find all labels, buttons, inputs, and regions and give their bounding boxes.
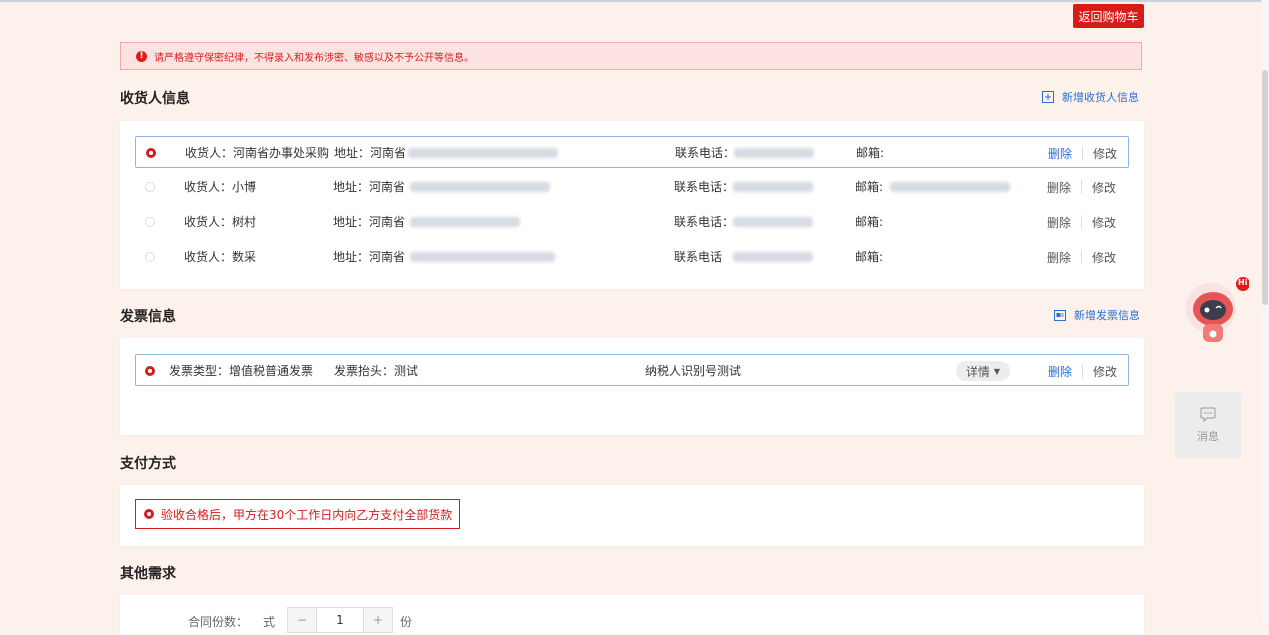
- radio-selected[interactable]: [145, 366, 155, 376]
- divider: [1082, 364, 1084, 378]
- robot-badge: Hi: [1238, 278, 1248, 287]
- invoice-type: 发票类型：增值税普通发票: [169, 364, 314, 378]
- row-actions: 删除 修改: [1047, 241, 1116, 273]
- contract-label: 合同份数：: [188, 615, 249, 629]
- increment-button[interactable]: +: [364, 608, 392, 632]
- security-notice: ! 请严格遵守保密纪律，不得录入和发布涉密、敏感以及不予公开等信息。: [120, 42, 1142, 70]
- quantity-value[interactable]: 1: [316, 608, 364, 632]
- redacted-address: [410, 252, 555, 262]
- radio-unselected[interactable]: [145, 217, 155, 227]
- payment-option[interactable]: 验收合格后，甲方在30个工作日内向乙方支付全部货款: [135, 499, 460, 529]
- edit-button[interactable]: 修改: [1092, 179, 1116, 196]
- message-label: 消息: [1197, 429, 1219, 443]
- recipient-address: 地址：河南省: [334, 146, 407, 160]
- row-actions: 删除 修改: [1047, 171, 1116, 203]
- taxpayer-id: 纳税人识别号测试: [645, 364, 742, 378]
- divider: [1081, 180, 1083, 194]
- add-invoice-link[interactable]: 新增发票信息: [1054, 307, 1140, 323]
- edit-button[interactable]: 修改: [1092, 249, 1116, 266]
- divider: [1082, 146, 1084, 160]
- recipient-phone: 联系电话：: [675, 146, 736, 160]
- invoice-detail-dropdown[interactable]: 详情 ▼: [956, 361, 1010, 381]
- quantity-stepper[interactable]: − 1 +: [287, 607, 393, 633]
- recipient-name: 收货人：小博: [184, 180, 257, 194]
- recipient-row[interactable]: 收货人：树村 地址：河南省 联系电话： 邮箱: 删除 修改: [135, 206, 1129, 238]
- invoice-row[interactable]: 发票类型：增值税普通发票 发票抬头：测试 纳税人识别号测试 详情 ▼ 删除 修改: [135, 354, 1129, 386]
- delete-button[interactable]: 删除: [1048, 145, 1072, 162]
- recipient-address: 地址：河南省: [333, 180, 406, 194]
- recipient-email: 邮箱:: [855, 250, 884, 264]
- scrollbar-thumb[interactable]: [1262, 70, 1268, 305]
- divider: [1081, 215, 1083, 229]
- radio-selected[interactable]: [144, 509, 154, 519]
- recipient-row[interactable]: 收货人：小博 地址：河南省 联系电话： 邮箱: 删除 修改: [135, 171, 1129, 203]
- radio-selected[interactable]: [146, 148, 156, 158]
- recipient-phone: 联系电话：: [674, 180, 735, 194]
- edit-button[interactable]: 修改: [1093, 145, 1117, 162]
- chevron-down-icon: ▼: [993, 366, 1001, 376]
- recipient-name: 收货人：河南省办事处采购: [185, 146, 330, 160]
- recipient-email: 邮箱:: [855, 180, 884, 194]
- redacted-phone: [733, 217, 813, 227]
- payment-card: 验收合格后，甲方在30个工作日内向乙方支付全部货款: [120, 485, 1144, 546]
- redacted-address: [410, 217, 520, 227]
- edit-button[interactable]: 修改: [1093, 363, 1117, 380]
- unit-suffix: 份: [400, 615, 413, 629]
- payment-option-label: 验收合格后，甲方在30个工作日内向乙方支付全部货款: [161, 507, 453, 522]
- recipient-email: 邮箱:: [855, 215, 884, 229]
- notice-text: 请严格遵守保密纪律，不得录入和发布涉密、敏感以及不予公开等信息。: [154, 52, 474, 64]
- redacted-phone: [733, 252, 813, 262]
- invoice-card: 发票类型：增值税普通发票 发票抬头：测试 纳税人识别号测试 详情 ▼ 删除 修改: [120, 338, 1144, 435]
- recipient-phone: 联系电话: [674, 250, 723, 264]
- recipient-row[interactable]: 收货人：河南省办事处采购 地址：河南省 联系电话： 邮箱: 删除 修改: [135, 136, 1129, 168]
- decrement-button[interactable]: −: [288, 608, 316, 632]
- back-to-cart-button[interactable]: 返回购物车: [1073, 4, 1144, 28]
- chat-icon: [1200, 407, 1216, 422]
- top-border: [0, 0, 1269, 2]
- radio-unselected[interactable]: [145, 182, 155, 192]
- invoice-section-title: 发票信息: [120, 309, 176, 325]
- delete-button[interactable]: 删除: [1047, 214, 1071, 231]
- recipient-section-title: 收货人信息: [120, 91, 190, 107]
- invoice-header: 发票抬头：测试: [334, 364, 419, 378]
- row-actions: 删除 修改: [1048, 137, 1117, 169]
- recipient-card: 收货人：河南省办事处采购 地址：河南省 联系电话： 邮箱: 删除 修改 收货人：…: [120, 121, 1144, 289]
- recipient-address: 地址：河南省: [333, 250, 406, 264]
- row-actions: 删除 修改: [1048, 355, 1117, 387]
- delete-button[interactable]: 删除: [1047, 249, 1071, 266]
- recipient-name: 收货人：树村: [184, 215, 257, 229]
- alert-icon: !: [136, 50, 147, 62]
- add-recipient-label: 新增收货人信息: [1062, 91, 1139, 104]
- other-card: 合同份数： 式 − 1 + 份: [120, 595, 1144, 635]
- scrollbar[interactable]: [1261, 0, 1269, 623]
- divider: [1081, 250, 1083, 264]
- unit-prefix: 式: [263, 615, 276, 629]
- redacted-address: [408, 148, 558, 158]
- redacted-phone: [733, 182, 813, 192]
- delete-button[interactable]: 删除: [1048, 363, 1072, 380]
- add-invoice-icon: [1054, 309, 1066, 321]
- detail-label: 详情: [965, 364, 990, 379]
- recipient-phone: 联系电话：: [674, 215, 735, 229]
- radio-unselected[interactable]: [145, 252, 155, 262]
- assistant-robot[interactable]: Hi: [1185, 272, 1250, 352]
- other-section-title: 其他需求: [120, 566, 176, 582]
- recipient-name: 收货人：数采: [184, 250, 257, 264]
- payment-section-title: 支付方式: [120, 456, 176, 472]
- add-invoice-label: 新增发票信息: [1074, 309, 1140, 322]
- recipient-row[interactable]: 收货人：数采 地址：河南省 联系电话 邮箱: 删除 修改: [135, 241, 1129, 273]
- delete-button[interactable]: 删除: [1047, 179, 1071, 196]
- recipient-email: 邮箱:: [856, 146, 885, 160]
- edit-button[interactable]: 修改: [1092, 214, 1116, 231]
- recipient-address: 地址：河南省: [333, 215, 406, 229]
- contract-copies-row: 合同份数： 式 − 1 + 份: [120, 595, 1144, 633]
- message-panel[interactable]: 消息: [1175, 392, 1241, 458]
- redacted-phone: [734, 148, 814, 158]
- redacted-email: [890, 182, 1010, 192]
- add-recipient-link[interactable]: 新增收货人信息: [1042, 89, 1139, 105]
- add-recipient-icon: [1042, 91, 1054, 103]
- row-actions: 删除 修改: [1047, 206, 1116, 238]
- redacted-address: [410, 182, 550, 192]
